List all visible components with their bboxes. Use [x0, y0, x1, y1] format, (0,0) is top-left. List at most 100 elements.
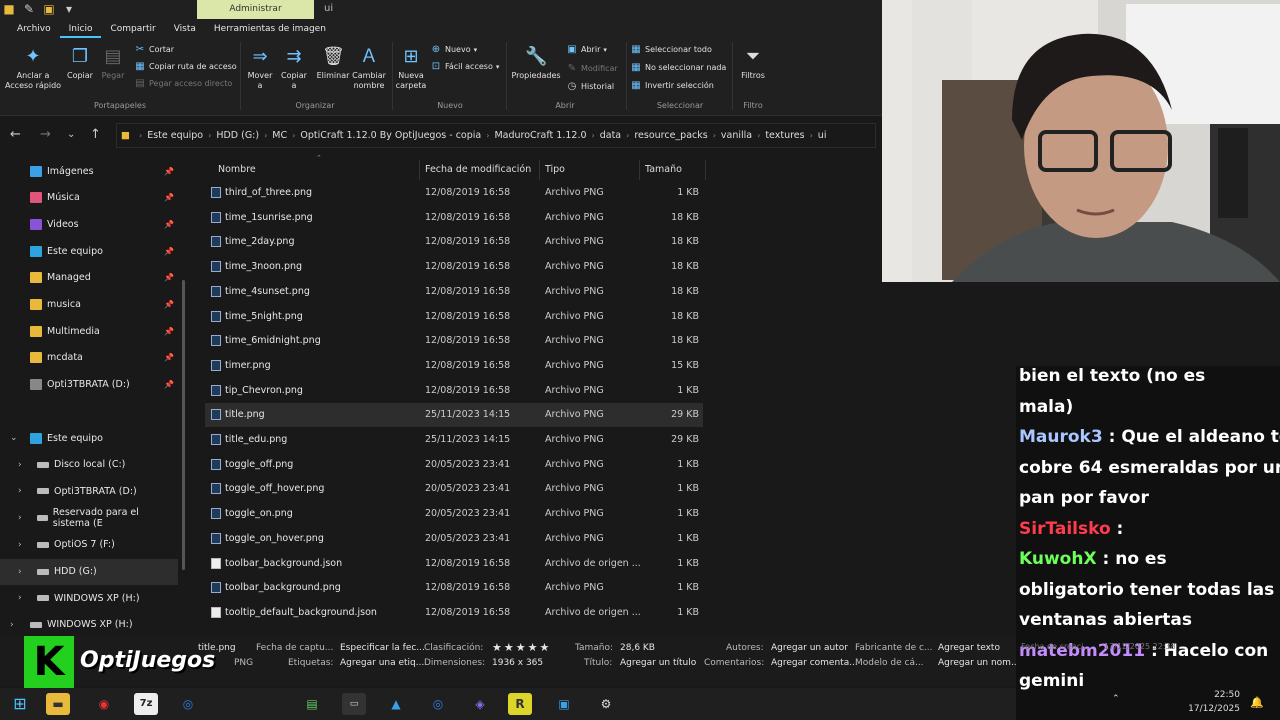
- sidebar-item[interactable]: Imágenes 📌: [0, 158, 178, 184]
- tree-item[interactable]: › HDD (G:): [0, 558, 178, 585]
- tree-item[interactable]: ⌄ Este equipo: [0, 425, 178, 451]
- breadcrumb-item[interactable]: HDD (G:): [216, 130, 259, 141]
- script-icon[interactable]: ▤: [300, 693, 324, 715]
- delete-button[interactable]: 🗑 Eliminar: [316, 46, 350, 81]
- copy-path-button[interactable]: ▦ Copiar ruta de acceso: [134, 61, 236, 72]
- pin-icon[interactable]: 📌: [164, 247, 174, 256]
- file-row[interactable]: time_2day.png 12/08/2019 16:58 Archivo PNG…: [205, 230, 703, 254]
- sidebar-scrollbar[interactable]: [182, 280, 185, 570]
- pin-icon[interactable]: 📌: [164, 327, 174, 336]
- file-row[interactable]: timer.png 12/08/2019 16:58 Archivo PNG 15 K…: [205, 354, 703, 378]
- pin-icon[interactable]: 📌: [164, 300, 174, 309]
- breadcrumb[interactable]: ■ › Este equipo › HDD (G:) › MC › OptiCraft…: [116, 123, 876, 148]
- breadcrumb-item[interactable]: data: [600, 130, 621, 141]
- up-arrow-icon[interactable]: ↑: [90, 127, 101, 142]
- column-tamano[interactable]: Tamaño: [645, 164, 682, 175]
- chrome-icon[interactable]: ◎: [426, 693, 450, 715]
- select-none-button[interactable]: ▦ No seleccionar nada: [630, 62, 726, 73]
- breadcrumb-item[interactable]: resource_packs: [634, 130, 707, 141]
- edit-button[interactable]: ✎ Modificar: [566, 63, 618, 74]
- column-fecha[interactable]: Fecha de modificación: [425, 164, 531, 175]
- tree-item[interactable]: › WINDOWS XP (H:): [0, 585, 178, 611]
- file-row[interactable]: tooltip_default_background.json 12/08/201…: [205, 601, 703, 625]
- recorder-icon[interactable]: ◉: [92, 693, 116, 715]
- file-row[interactable]: time_6midnight.png 12/08/2019 16:58 Archiv…: [205, 329, 703, 353]
- detail-comments-value[interactable]: Agregar comenta...: [771, 658, 858, 668]
- tab-archivo[interactable]: Archivo: [8, 20, 60, 38]
- new-folder-icon[interactable]: ▣: [42, 2, 56, 16]
- file-row[interactable]: time_5night.png 12/08/2019 16:58 Archivo P…: [205, 305, 703, 329]
- sidebar-item[interactable]: mcdata 📌: [0, 345, 178, 371]
- new-folder-button[interactable]: ⊞ Nueva carpeta: [394, 46, 428, 91]
- tab-compartir[interactable]: Compartir: [101, 20, 164, 38]
- file-row[interactable]: toggle_on_hover.png 20/05/2023 23:41 Archi…: [205, 527, 703, 551]
- sidebar-item[interactable]: musica 📌: [0, 292, 178, 318]
- sidebar-item[interactable]: Managed 📌: [0, 265, 178, 291]
- pin-icon[interactable]: 📌: [164, 353, 174, 362]
- detail-maker-value[interactable]: Agregar texto: [938, 643, 1000, 653]
- pin-icon[interactable]: 📌: [164, 193, 174, 202]
- photos-icon[interactable]: ▲: [384, 693, 408, 715]
- sidebar-item[interactable]: Videos 📌: [0, 211, 178, 237]
- file-row[interactable]: tip_Chevron.png 12/08/2019 16:58 Archivo P…: [205, 379, 703, 403]
- chevron-icon[interactable]: ›: [18, 593, 22, 603]
- rating-stars[interactable]: ★★★★★: [492, 641, 551, 654]
- paste-button[interactable]: ▤ Pegar: [98, 46, 128, 81]
- notifications-icon[interactable]: 🔔: [1250, 696, 1264, 709]
- new-item-button[interactable]: ⊕ Nuevo ▾: [430, 44, 477, 55]
- history-button[interactable]: ◷ Historial: [566, 81, 614, 92]
- cut-button[interactable]: ✂ Cortar: [134, 44, 174, 55]
- chevron-icon[interactable]: ›: [18, 513, 22, 523]
- easy-access-button[interactable]: ⊡ Fácil acceso ▾: [430, 61, 500, 72]
- breadcrumb-item[interactable]: vanilla: [721, 130, 752, 141]
- rename-button[interactable]: Ａ Cambiar nombre: [350, 46, 388, 91]
- file-row[interactable]: toggle_on.png 20/05/2023 23:41 Archivo PNG…: [205, 502, 703, 526]
- tree-item[interactable]: › Opti3TBRATA (D:): [0, 478, 178, 504]
- back-arrow-icon[interactable]: ←: [10, 127, 21, 142]
- tab-inicio[interactable]: Inicio: [59, 20, 102, 38]
- 7zip-icon[interactable]: 7z: [134, 693, 158, 715]
- detail-title-value[interactable]: Agregar un título: [620, 658, 696, 668]
- column-nombre[interactable]: Nombre: [218, 164, 256, 175]
- contextual-tab-administrar[interactable]: Administrar: [197, 0, 314, 19]
- pin-icon[interactable]: 📌: [164, 220, 174, 229]
- sidebar-item[interactable]: Música 📌: [0, 185, 178, 211]
- tree-item[interactable]: › Disco local (C:): [0, 452, 178, 478]
- move-to-button[interactable]: ⇒ Mover a: [244, 46, 276, 91]
- pin-quick-access-button[interactable]: ✦ Anclar a Acceso rápido: [4, 46, 62, 91]
- select-all-button[interactable]: ▦ Seleccionar todo: [630, 44, 712, 55]
- tree-item[interactable]: › Reservado para el sistema (E: [0, 505, 178, 531]
- detail-capture-value[interactable]: Especificar la fec...: [340, 643, 425, 653]
- detail-authors-value[interactable]: Agregar un autor: [771, 643, 848, 653]
- paste-shortcut-button[interactable]: ▤ Pegar acceso directo: [134, 78, 232, 89]
- column-divider[interactable]: [539, 160, 540, 180]
- breadcrumb-item[interactable]: MC: [272, 130, 287, 141]
- sidebar-item[interactable]: Multimedia 📌: [0, 318, 178, 344]
- detail-model-value[interactable]: Agregar un nom...: [938, 658, 1020, 668]
- breadcrumb-item[interactable]: MaduroCraft 1.12.0: [494, 130, 586, 141]
- file-row[interactable]: title_edu.png 25/11/2023 14:15 Archivo PNG…: [205, 428, 703, 452]
- pin-icon[interactable]: 📌: [164, 273, 174, 282]
- column-divider[interactable]: [639, 160, 640, 180]
- tree-item[interactable]: › OptiOS 7 (F:): [0, 532, 178, 558]
- pin-icon[interactable]: 📌: [164, 167, 174, 176]
- file-row[interactable]: time_3noon.png 12/08/2019 16:58 Archivo PN…: [205, 255, 703, 279]
- file-row[interactable]: third_of_three.png 12/08/2019 16:58 Archiv…: [205, 181, 703, 205]
- breadcrumb-item[interactable]: textures: [765, 130, 804, 141]
- breadcrumb-item[interactable]: ui: [818, 130, 827, 141]
- chevron-icon[interactable]: ›: [18, 567, 22, 577]
- breadcrumb-item[interactable]: Este equipo: [147, 130, 203, 141]
- recent-chevron-icon[interactable]: ⌄: [67, 129, 75, 140]
- file-row[interactable]: time_1sunrise.png 12/08/2019 16:58 Archivo…: [205, 206, 703, 230]
- pin-icon[interactable]: 📌: [164, 380, 174, 389]
- invert-selection-button[interactable]: ▦ Invertir selección: [630, 80, 714, 91]
- start-icon[interactable]: ⊞: [8, 693, 32, 715]
- column-tipo[interactable]: Tipo: [545, 164, 565, 175]
- tray-chevron-icon[interactable]: ⌃: [1112, 694, 1120, 704]
- terminal-icon[interactable]: ▭: [342, 693, 366, 715]
- forward-arrow-icon[interactable]: →: [40, 127, 51, 142]
- file-row[interactable]: toggle_off.png 20/05/2023 23:41 Archivo PN…: [205, 453, 703, 477]
- folder-icon[interactable]: ■: [2, 2, 16, 16]
- chevron-icon[interactable]: ›: [18, 460, 22, 470]
- filters-button[interactable]: ⏷ Filtros: [736, 46, 770, 81]
